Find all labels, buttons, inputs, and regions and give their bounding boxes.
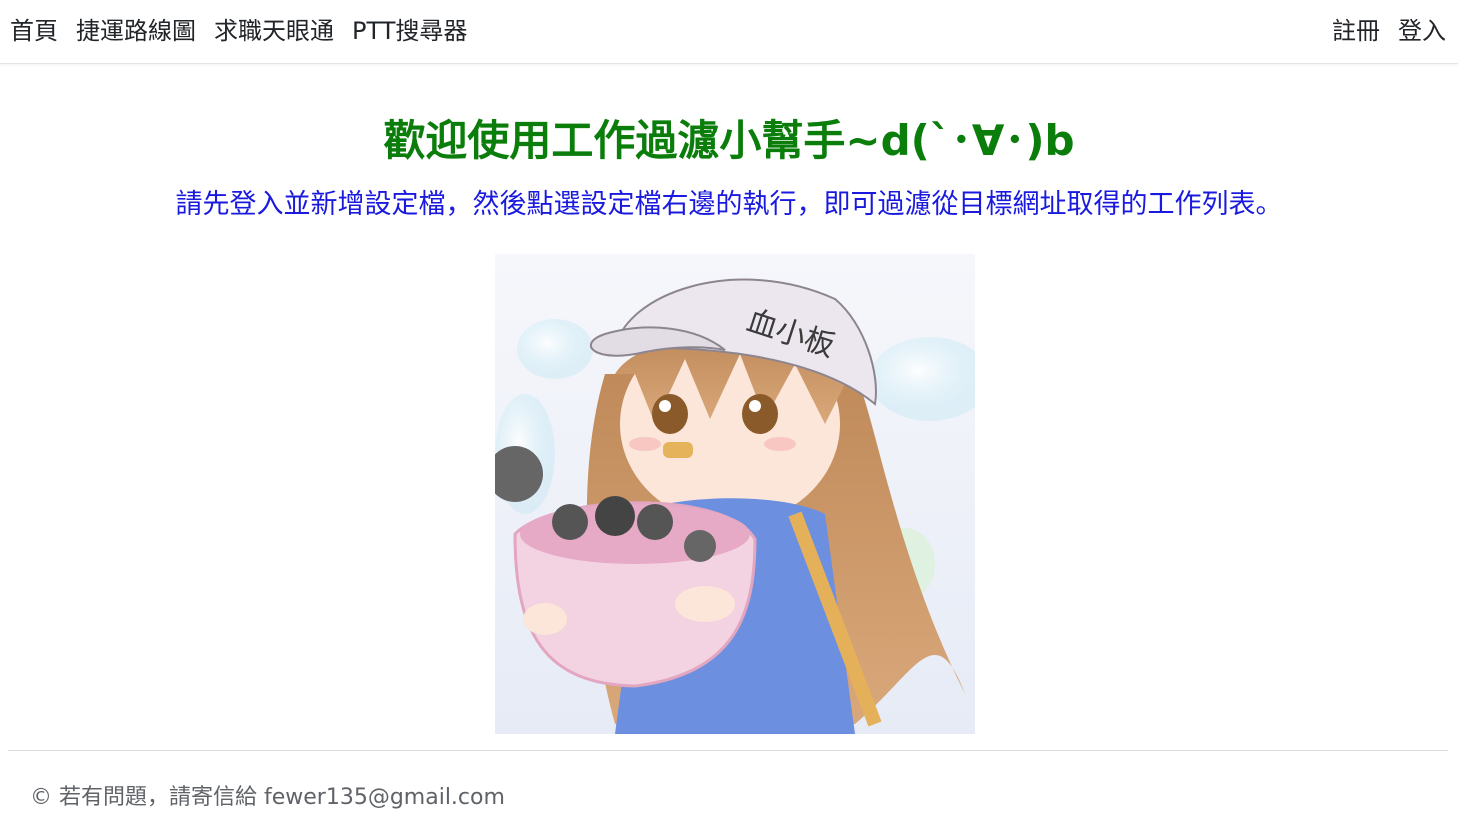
nav-link-mrt-map[interactable]: 捷運路線圖: [76, 14, 196, 48]
top-navbar: 首頁 捷運路線圖 求職天眼通 PTT搜尋器 註冊 登入: [0, 0, 1458, 64]
nav-link-register[interactable]: 註冊: [1332, 14, 1380, 48]
footer-divider: [8, 750, 1448, 751]
nav-link-login[interactable]: 登入: [1398, 14, 1446, 48]
page-subtitle: 請先登入並新增設定檔，然後點選設定檔右邊的執行，即可過濾從目標網址取得的工作列表…: [175, 189, 1283, 220]
platelet-girl-illustration: 血小板: [495, 254, 975, 734]
footer-contact: © 若有問題，請寄信給 fewer135@gmail.com: [30, 785, 505, 810]
nav-link-home[interactable]: 首頁: [10, 14, 58, 48]
page-title: 歡迎使用工作過濾小幫手~d(`･∀･)b: [383, 116, 1075, 165]
nav-left-group: 首頁 捷運路線圖 求職天眼通 PTT搜尋器: [10, 14, 467, 48]
hero-illustration: 血小板: [495, 254, 975, 734]
nav-right-group: 註冊 登入: [1332, 14, 1446, 48]
nav-link-ptt-search[interactable]: PTT搜尋器: [352, 14, 467, 48]
nav-link-job-search[interactable]: 求職天眼通: [214, 14, 334, 48]
